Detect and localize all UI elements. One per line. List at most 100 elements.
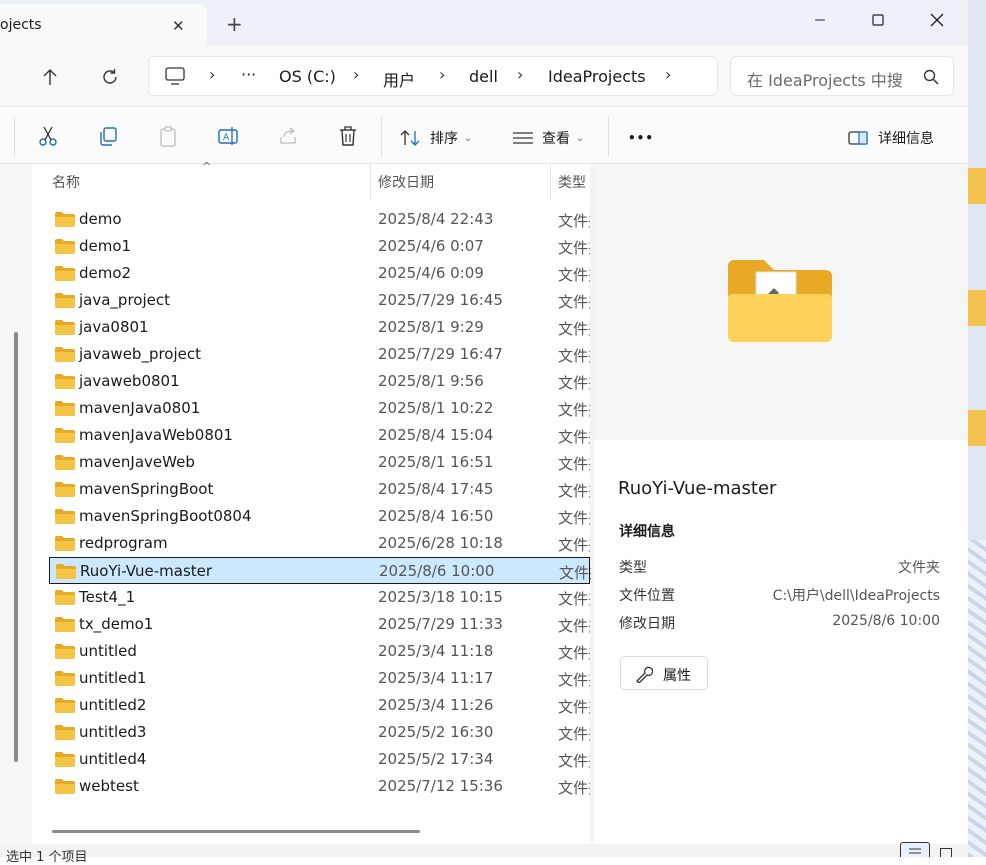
- folder-icon: [55, 590, 75, 605]
- breadcrumb-dell[interactable]: dell: [469, 67, 498, 86]
- file-name: demo2: [79, 264, 132, 282]
- file-row[interactable]: mavenJaveWeb 2025/8/1 16:51 文件夹: [49, 449, 590, 476]
- file-type: 文件夹: [558, 212, 590, 230]
- details-section-heading: 详细信息: [619, 524, 675, 540]
- file-modified: 2025/8/1 10:22: [378, 399, 494, 417]
- breadcrumb-users[interactable]: 用户: [383, 67, 415, 91]
- file-row[interactable]: Test4_1 2025/3/18 10:15 文件夹: [49, 584, 590, 611]
- file-row[interactable]: java_project 2025/7/29 16:45 文件夹: [49, 287, 590, 314]
- column-divider[interactable]: [370, 164, 371, 200]
- file-type: 文件夹: [558, 698, 590, 716]
- refresh-button[interactable]: [96, 66, 124, 88]
- file-row[interactable]: javaweb0801 2025/8/1 9:56 文件夹: [49, 368, 590, 395]
- folder-icon: [55, 779, 75, 794]
- nav-pane-scrollbar[interactable]: [14, 332, 18, 762]
- file-modified: 2025/3/4 11:18: [378, 642, 494, 660]
- search-placeholder: 在 IdeaProjects 中搜: [747, 71, 903, 90]
- file-row[interactable]: demo2 2025/4/6 0:09 文件夹: [49, 260, 590, 287]
- view-button[interactable]: 查看 ⌄: [512, 127, 584, 149]
- folder-icon: [56, 564, 76, 579]
- paste-button[interactable]: [154, 122, 182, 150]
- file-name: java0801: [79, 318, 149, 336]
- more-options-button[interactable]: •••: [628, 127, 654, 149]
- file-modified: 2025/6/28 10:18: [378, 534, 503, 552]
- horizontal-scrollbar[interactable]: [52, 830, 420, 833]
- file-type: 文件夹: [558, 428, 590, 446]
- file-row[interactable]: mavenSpringBoot 2025/8/4 17:45 文件夹: [49, 476, 590, 503]
- file-row[interactable]: untitled 2025/3/4 11:18 文件夹: [49, 638, 590, 665]
- folder-icon: [55, 752, 75, 767]
- file-type: 文件夹: [558, 401, 590, 419]
- column-divider[interactable]: [550, 164, 551, 200]
- breadcrumb-os-c[interactable]: OS (C:): [279, 67, 336, 86]
- wrench-icon: [636, 666, 653, 683]
- refresh-icon: [103, 69, 117, 84]
- address-bar[interactable]: › ··· OS (C:) › 用户 › dell › IdeaProjects…: [148, 56, 718, 96]
- file-modified: 2025/5/2 16:30: [378, 723, 494, 741]
- file-modified: 2025/8/1 16:51: [378, 453, 494, 471]
- breadcrumb-overflow[interactable]: ···: [241, 65, 256, 84]
- rename-button[interactable]: A: [214, 122, 242, 150]
- file-modified: 2025/8/4 16:50: [378, 507, 494, 525]
- file-name: tx_demo1: [79, 615, 154, 633]
- file-row[interactable]: untitled2 2025/3/4 11:26 文件夹: [49, 692, 590, 719]
- file-type: 文件夹: [558, 617, 590, 635]
- file-row[interactable]: redprogram 2025/6/28 10:18 文件夹: [49, 530, 590, 557]
- file-row[interactable]: javaweb_project 2025/7/29 16:47 文件夹: [49, 341, 590, 368]
- file-modified: 2025/7/12 15:36: [378, 777, 503, 795]
- tab-title: ojects: [0, 17, 42, 33]
- file-row[interactable]: demo 2025/8/4 22:43 文件夹: [49, 206, 590, 233]
- command-toolbar: [0, 106, 968, 164]
- file-row[interactable]: untitled1 2025/3/4 11:17 文件夹: [49, 665, 590, 692]
- column-header-modified[interactable]: 修改日期: [378, 172, 434, 192]
- tab-ideaprojects[interactable]: ojects ✕: [0, 4, 207, 46]
- file-name: demo: [79, 210, 122, 228]
- file-name: untitled3: [79, 723, 147, 741]
- search-box[interactable]: 在 IdeaProjects 中搜: [730, 56, 954, 96]
- close-tab-icon[interactable]: ✕: [172, 17, 185, 35]
- file-row[interactable]: mavenJavaWeb0801 2025/8/4 15:04 文件夹: [49, 422, 590, 449]
- column-header-name[interactable]: 名称: [52, 172, 80, 192]
- column-header-type[interactable]: 类型: [558, 172, 586, 192]
- file-row[interactable]: demo1 2025/4/6 0:07 文件夹: [49, 233, 590, 260]
- delete-button[interactable]: [334, 122, 362, 150]
- file-modified: 2025/3/4 11:26: [378, 696, 494, 714]
- details-value-location[interactable]: C:\用户\dell\IdeaProjects: [773, 585, 940, 605]
- navigation-pane[interactable]: [0, 164, 32, 844]
- new-tab-button[interactable]: +: [226, 12, 243, 36]
- chevron-right-icon: ›: [209, 65, 216, 84]
- sort-icon: [400, 130, 420, 146]
- file-row[interactable]: untitled4 2025/5/2 17:34 文件夹: [49, 746, 590, 773]
- share-icon: [280, 127, 296, 144]
- share-button[interactable]: [274, 122, 302, 150]
- properties-button[interactable]: 属性: [620, 656, 708, 690]
- large-icons-view-toggle[interactable]: [940, 848, 952, 857]
- file-name: untitled: [79, 642, 137, 660]
- file-row[interactable]: mavenJava0801 2025/8/1 10:22 文件夹: [49, 395, 590, 422]
- chevron-right-icon: ›: [665, 65, 672, 84]
- chevron-right-icon: ›: [517, 65, 524, 84]
- file-row[interactable]: untitled3 2025/5/2 16:30 文件夹: [49, 719, 590, 746]
- breadcrumb-ideaprojects[interactable]: IdeaProjects: [548, 67, 646, 86]
- file-row[interactable]: tx_demo1 2025/7/29 11:33 文件夹: [49, 611, 590, 638]
- file-name: RuoYi-Vue-master: [80, 562, 213, 580]
- file-type: 文件夹: [558, 374, 590, 392]
- minimize-button[interactable]: [800, 6, 840, 34]
- file-modified: 2025/4/6 0:09: [378, 264, 484, 282]
- file-row[interactable]: RuoYi-Vue-master 2025/8/6 10:00 文件夹: [49, 557, 591, 584]
- maximize-button[interactable]: [858, 6, 898, 34]
- up-button[interactable]: [36, 66, 64, 88]
- file-name: mavenSpringBoot: [79, 480, 214, 498]
- folder-preview-icon: [728, 260, 832, 342]
- close-window-button[interactable]: [917, 6, 957, 34]
- file-row[interactable]: webtest 2025/7/12 15:36 文件夹: [49, 773, 590, 800]
- details-pane-button[interactable]: 详细信息: [848, 127, 934, 149]
- file-row[interactable]: mavenSpringBoot0804 2025/8/4 16:50 文件夹: [49, 503, 590, 530]
- file-row[interactable]: java0801 2025/8/1 9:29 文件夹: [49, 314, 590, 341]
- file-type: 文件夹: [558, 239, 590, 257]
- file-name: mavenJava0801: [79, 399, 201, 417]
- cut-button[interactable]: [34, 122, 62, 150]
- copy-button[interactable]: [94, 122, 122, 150]
- sort-button[interactable]: 排序 ⌄: [400, 127, 472, 149]
- details-view-toggle[interactable]: [900, 842, 930, 857]
